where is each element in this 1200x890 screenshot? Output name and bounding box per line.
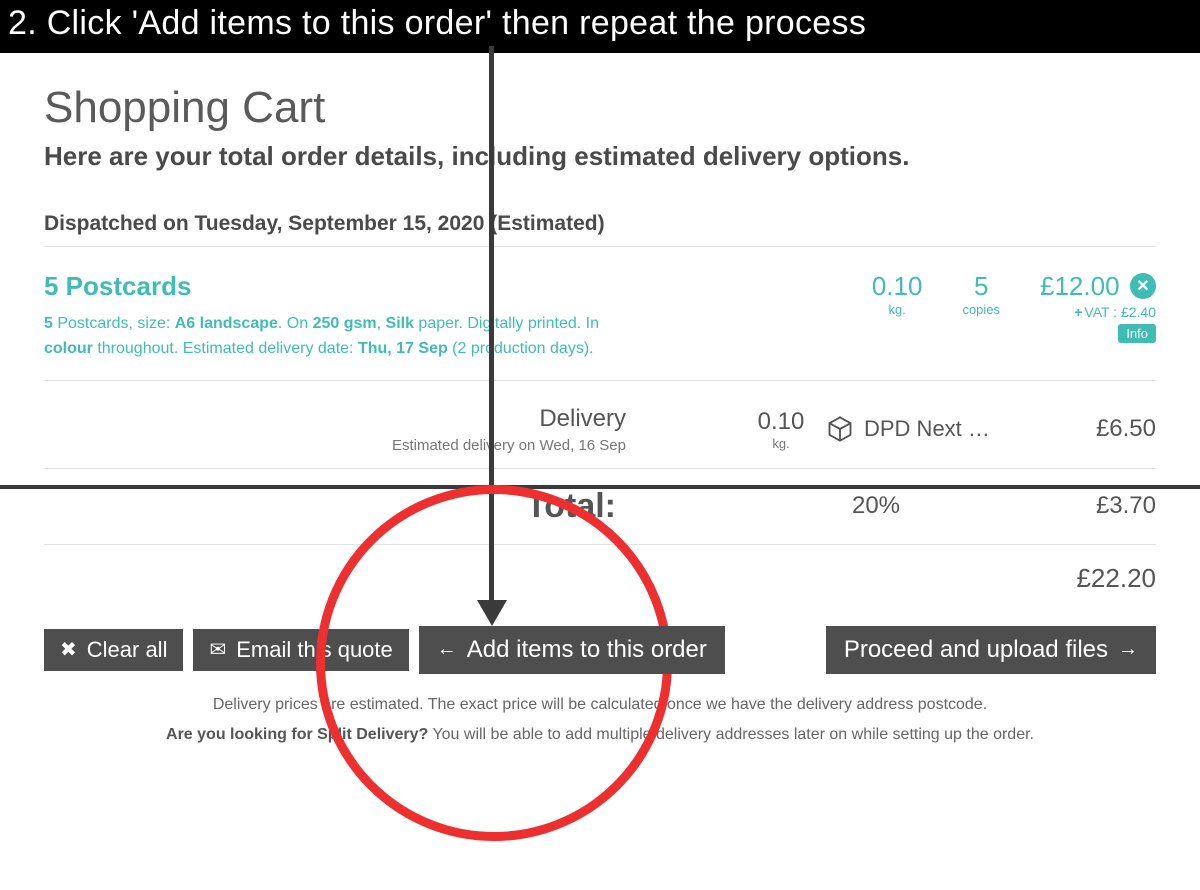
item-size: A6 landscape [175,315,278,332]
total-label: Total: [44,487,736,526]
action-buttons: ✖ Clear all ✉ Email this quote ← Add ite… [44,626,1156,674]
page-subtitle: Here are your total order details, inclu… [44,141,1156,172]
item-finish: Silk [386,315,414,332]
vat-amount: £3.70 [1016,492,1156,520]
cart-container: Shopping Cart Here are your total order … [0,53,1200,750]
delivery-estimate: Estimated delivery on Wed, 16 Sep [44,437,626,454]
proceed-button[interactable]: Proceed and upload files → [826,626,1156,674]
footer-notes: Delivery prices are estimated. The exact… [44,690,1156,751]
instruction-text: 2. Click 'Add items to this order' then … [8,4,866,42]
item-gsm: 250 gsm [313,315,377,332]
item-copies: 5 copies [962,271,1000,317]
item-description: 5 Postcards, size: A6 landscape. On 250 … [44,312,604,362]
delivery-weight: 0.10 kg. [736,408,826,451]
grand-total: £22.20 [1016,563,1156,594]
delivery-label: Delivery [44,405,626,433]
item-colour: colour [44,340,93,357]
annotation-arrow-shaft [489,46,494,608]
vat-percent: 20% [736,492,1016,520]
close-icon: ✖ [60,637,77,662]
total-row: Total: 20% £3.70 [44,469,1156,545]
clear-all-button[interactable]: ✖ Clear all [44,629,183,671]
grand-total-row: £22.20 [44,545,1156,612]
info-badge[interactable]: Info [1118,324,1156,343]
envelope-icon: ✉ [209,637,226,662]
annotation-hr [0,485,1200,489]
delivery-price: £6.50 [1036,415,1156,443]
email-quote-button[interactable]: ✉ Email this quote [193,629,408,671]
remove-item-icon[interactable]: ✕ [1130,273,1156,299]
item-price: £12.00 [1040,271,1120,302]
item-qty: 5 [44,315,53,332]
footer-line-1: Delivery prices are estimated. The exact… [44,690,1156,720]
dispatch-date: Dispatched on Tuesday, September 15, 202… [44,212,1156,247]
instruction-banner: 2. Click 'Add items to this order' then … [0,0,1200,53]
delivery-carrier[interactable]: DPD Next … [826,415,1036,443]
cart-item-row: 5 Postcards 5 Postcards, size: A6 landsc… [44,271,1156,381]
package-icon [826,415,854,443]
arrow-right-icon: → [1118,638,1138,661]
item-weight: 0.10 kg. [872,271,923,317]
arrow-left-icon: ← [437,638,457,661]
item-vat: +VAT : £2.40 [1040,304,1156,320]
annotation-arrow-head [477,600,507,626]
add-items-button[interactable]: ← Add items to this order [419,626,725,674]
footer-line-2: Are you looking for Split Delivery? You … [44,720,1156,750]
item-delivery-date: Thu, 17 Sep [358,340,448,357]
delivery-row: Delivery Estimated delivery on Wed, 16 S… [44,395,1156,469]
page-title: Shopping Cart [44,83,1156,133]
item-title[interactable]: 5 Postcards [44,271,872,302]
